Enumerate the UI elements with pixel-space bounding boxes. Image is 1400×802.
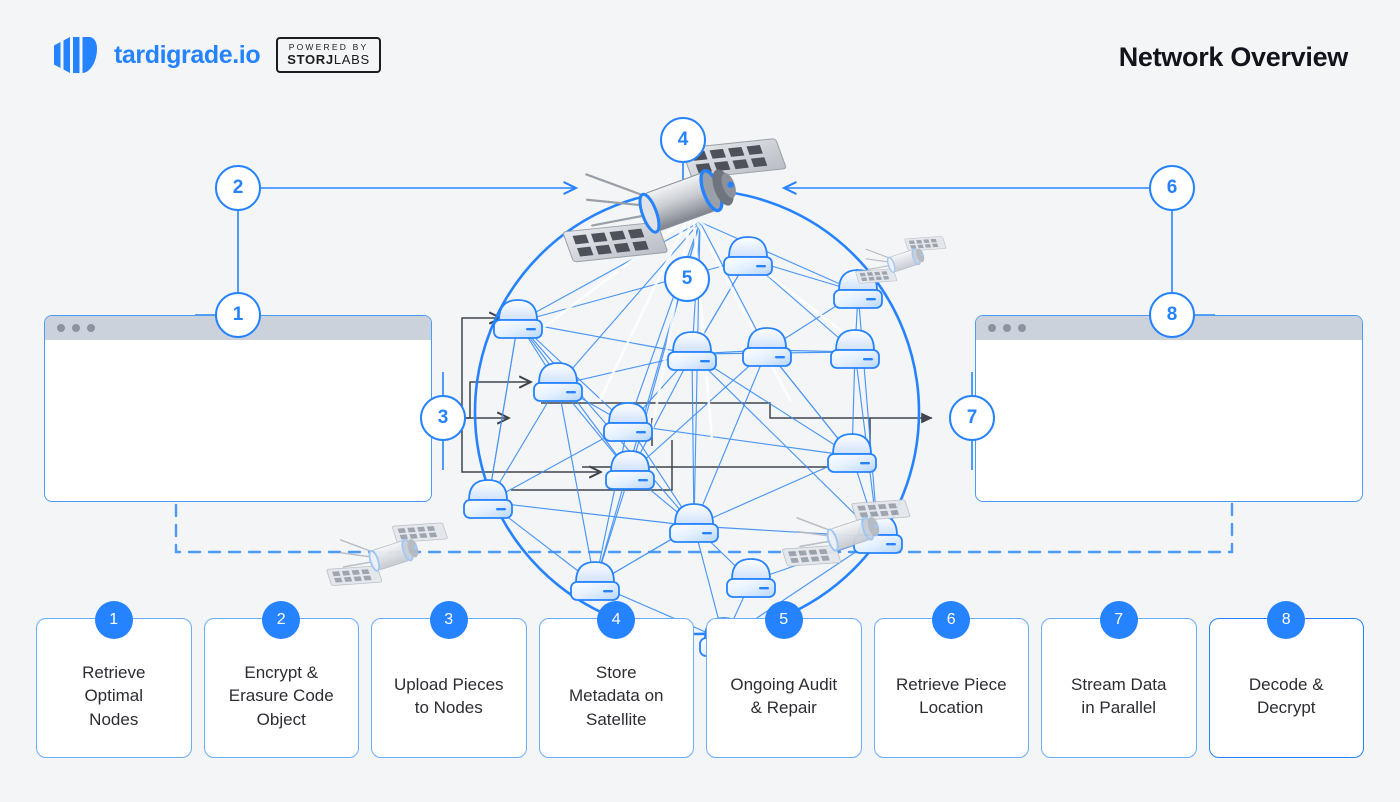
- legend-card-label: Ongoing Audit & Repair: [730, 674, 838, 717]
- storage-node-icon: [742, 327, 792, 367]
- window-dot-maximize[interactable]: [87, 324, 95, 332]
- step-badge-6[interactable]: 6: [1149, 165, 1195, 211]
- route-from-node-a: [541, 402, 933, 424]
- legend-card-4[interactable]: 4 Store Metadata on Satellite: [538, 601, 694, 758]
- legend-card-label: Encrypt & Erasure Code Object: [228, 662, 334, 729]
- legend-card-label: Store Metadata on Satellite: [568, 662, 664, 729]
- legend-card-1[interactable]: 1 Retrieve Optimal Nodes: [36, 601, 192, 758]
- legend-card-3[interactable]: 3 Upload Pieces to Nodes: [371, 601, 527, 758]
- step-badge-number: 3: [437, 407, 449, 428]
- step-badge-7[interactable]: 7: [949, 395, 995, 441]
- legend-badge-number: 3: [429, 601, 468, 639]
- legend-badge-number: 6: [932, 601, 971, 639]
- step-badge-8[interactable]: 8: [1149, 292, 1195, 338]
- node-link: [627, 424, 853, 457]
- storage-node-icon: [533, 362, 583, 402]
- network-overview-page: tardigrade.io POWERED BY STORJLABS Netwo…: [0, 0, 1400, 802]
- storage-node-icon: [570, 561, 620, 601]
- step-badge-5[interactable]: 5: [664, 256, 710, 302]
- step-badge-4[interactable]: 4: [660, 117, 706, 163]
- storage-node-icon: [830, 329, 880, 369]
- legend-badge-number: 4: [597, 601, 636, 639]
- legend-card-5[interactable]: 5 Ongoing Audit & Repair: [706, 601, 862, 758]
- node-link: [693, 349, 768, 527]
- node-link: [691, 353, 695, 527]
- legend-card-8[interactable]: 8 Decode & Decrypt: [1208, 601, 1364, 758]
- storage-node-icon: [463, 479, 513, 519]
- legend-card-label: Decode & Decrypt: [1248, 674, 1324, 717]
- node-link: [487, 501, 695, 527]
- legend-badge-number: 7: [1099, 601, 1138, 639]
- node-link: [517, 258, 749, 323]
- legend-row: 1 Retrieve Optimal Nodes 2 Encrypt & Erasur…: [36, 601, 1364, 758]
- window-dot-minimize[interactable]: [1003, 324, 1011, 332]
- storage-node-icon: [669, 503, 719, 543]
- download-window-body: [976, 340, 1362, 501]
- step-badge-3[interactable]: 3: [420, 395, 466, 441]
- legend-badge-number: 1: [94, 601, 133, 639]
- legend-badge-number: 5: [764, 601, 803, 639]
- node-mesh-links: [487, 258, 879, 641]
- step-badge-number: 7: [966, 407, 978, 428]
- legend-card-label: Retrieve Piece Location: [895, 674, 1007, 717]
- legend-card-label: Retrieve Optimal Nodes: [82, 662, 146, 729]
- window-dot-close[interactable]: [988, 324, 996, 332]
- step-badge-number: 4: [677, 129, 689, 150]
- window-dot-close[interactable]: [57, 324, 65, 332]
- step-badge-1[interactable]: 1: [215, 292, 261, 338]
- step-badge-number: 1: [232, 304, 244, 325]
- window-dot-minimize[interactable]: [72, 324, 80, 332]
- upload-window[interactable]: [44, 315, 432, 502]
- legend-card-label: Stream Data in Parallel: [1071, 674, 1167, 717]
- storage-node-icon: [827, 433, 877, 473]
- legend-badge-number: 2: [262, 601, 301, 639]
- storage-node-icon: [667, 331, 717, 371]
- node-link: [557, 384, 596, 585]
- legend-card-label: Upload Pieces to Nodes: [393, 674, 504, 717]
- storage-node-icon: [723, 236, 773, 276]
- step-badge-number: 5: [681, 268, 693, 289]
- upload-window-body: [45, 340, 431, 501]
- legend-card-2[interactable]: 2 Encrypt & Erasure Code Object: [203, 601, 359, 758]
- download-window[interactable]: [975, 315, 1363, 502]
- step-badge-2[interactable]: 2: [215, 165, 261, 211]
- step-badge-number: 8: [1166, 304, 1178, 325]
- window-dot-maximize[interactable]: [1018, 324, 1026, 332]
- node-link: [487, 321, 519, 503]
- satellite-small-right: [855, 236, 947, 284]
- storage-node-icon: [605, 450, 655, 490]
- step-badge-number: 6: [1166, 177, 1178, 198]
- step-badge-number: 2: [232, 177, 244, 198]
- legend-card-7[interactable]: 7 Stream Data in Parallel: [1041, 601, 1197, 758]
- legend-badge-number: 8: [1267, 601, 1306, 639]
- node-link: [857, 291, 879, 538]
- node-link: [691, 353, 853, 457]
- legend-card-6[interactable]: 6 Retrieve Piece Location: [873, 601, 1029, 758]
